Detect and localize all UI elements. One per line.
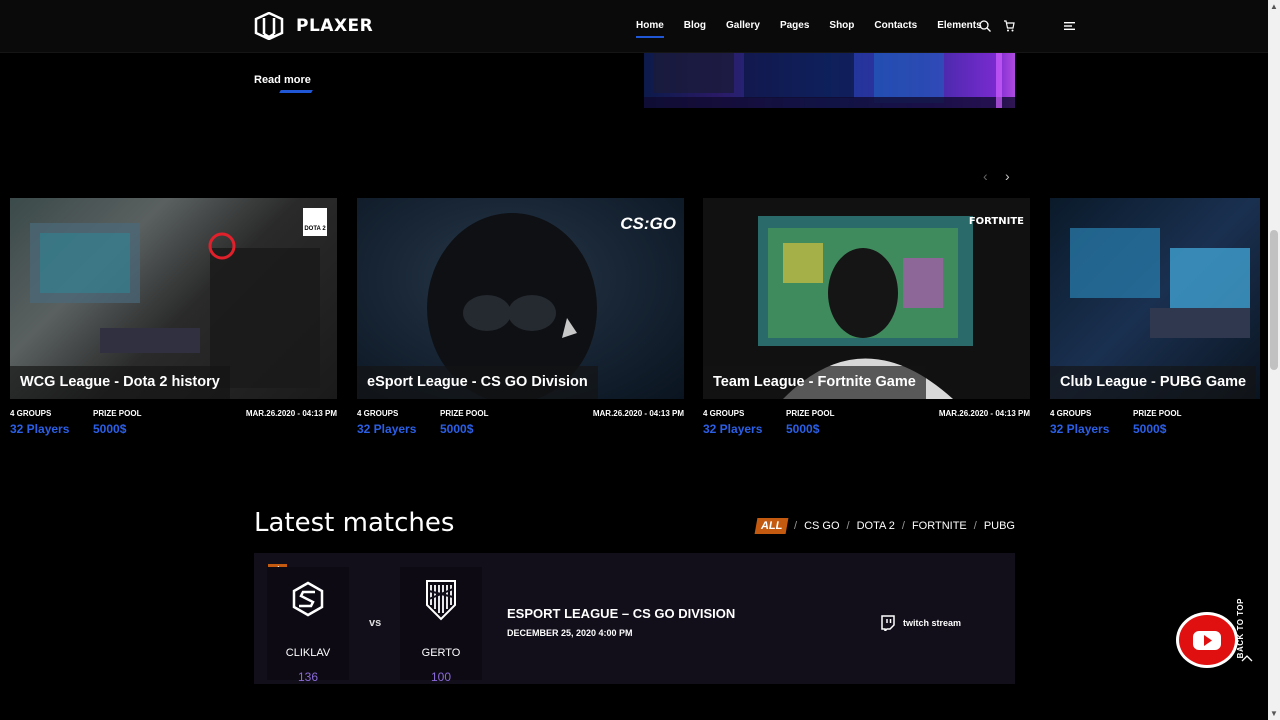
tournament-card[interactable]: CS:GO eSport League - CS GO Division 4 G…: [357, 198, 684, 447]
team-gerto-logo-icon: [426, 580, 456, 621]
scrollbar-thumb[interactable]: [1270, 230, 1278, 370]
prize-label: PRIZE POOL: [440, 409, 489, 418]
twitch-stream-link[interactable]: twitch stream: [880, 615, 961, 631]
twitch-stream-label: twitch stream: [903, 618, 962, 628]
latest-matches-title: Latest matches: [254, 508, 455, 538]
filter-dota2[interactable]: DOTA 2: [857, 520, 895, 532]
tournament-title[interactable]: Team League - Fortnite Game: [703, 366, 926, 399]
players-count: 32 Players: [703, 422, 763, 436]
filter-fortnite[interactable]: FORTNITE: [912, 520, 967, 532]
team-name: GERTO: [421, 647, 461, 659]
match-date: DECEMBER 25, 2020 4:00 PM: [507, 628, 633, 638]
tournament-image: FORTNITE Team League - Fortnite Game: [703, 198, 1030, 399]
page-scrollbar[interactable]: ▲ ▼: [1268, 0, 1280, 720]
dota2-logo: DOTA 2: [303, 208, 327, 236]
menu-icon[interactable]: [1064, 22, 1075, 30]
prize-label: PRIZE POOL: [93, 409, 142, 418]
prize-value: 5000$: [1133, 422, 1167, 436]
tournament-card[interactable]: DOTA 2 WCG League - Dota 2 history 4 GRO…: [10, 198, 337, 447]
match-title[interactable]: ESPORT LEAGUE – CS GO DIVISION: [507, 606, 735, 621]
carousel-next-icon[interactable]: ›: [1005, 168, 1010, 184]
filter-pubg[interactable]: PUBG: [984, 520, 1015, 532]
vs-label: vs: [369, 617, 382, 629]
nav-elements[interactable]: Elements: [937, 20, 981, 31]
filter-all[interactable]: ALL: [754, 518, 789, 534]
brand-logo[interactable]: PLAXER: [254, 12, 373, 40]
tournament-title[interactable]: eSport League - CS GO Division: [357, 366, 598, 399]
prize-label: PRIZE POOL: [1133, 409, 1182, 418]
tournament-meta: 4 GROUPS 32 Players PRIZE POOL 5000$: [1050, 407, 1260, 447]
prize-value: 5000$: [93, 422, 127, 436]
filter-separator: /: [901, 520, 905, 532]
brand-logo-icon: [254, 12, 284, 40]
tournament-title[interactable]: WCG League - Dota 2 history: [10, 366, 230, 399]
groups-label: 4 GROUPS: [703, 409, 745, 418]
tournament-meta: 4 GROUPS 32 Players PRIZE POOL 5000$ MAR…: [703, 407, 1030, 447]
nav-pages[interactable]: Pages: [780, 20, 809, 31]
cart-icon[interactable]: [1003, 20, 1015, 32]
tournament-card[interactable]: FORTNITE Team League - Fortnite Game 4 G…: [703, 198, 1030, 447]
tournament-image: DOTA 2 WCG League - Dota 2 history: [10, 198, 337, 399]
nav-shop[interactable]: Shop: [829, 20, 854, 31]
read-more-link[interactable]: Read more: [254, 74, 311, 86]
tournament-date: MAR.26.2020 - 04:13 PM: [592, 409, 684, 418]
filter-separator: /: [973, 520, 977, 532]
nav-home[interactable]: Home: [636, 20, 664, 38]
youtube-icon: [1179, 615, 1235, 665]
nav-gallery[interactable]: Gallery: [726, 20, 760, 31]
filter-separator: /: [794, 520, 798, 532]
twitch-icon: [881, 615, 895, 631]
tournament-image: CS:GO eSport League - CS GO Division: [357, 198, 684, 399]
groups-label: 4 GROUPS: [1050, 409, 1092, 418]
brand-name: PLAXER: [296, 16, 374, 36]
team-1[interactable]: CLIKLAV 136: [267, 567, 349, 684]
match-row[interactable]: win CLIKLAV 136 vs GERTO 100 ESPORT LEAG…: [254, 553, 1015, 684]
gaming-setup-image: [644, 53, 1015, 108]
team-score: 136: [297, 670, 319, 684]
scroll-down-arrow-icon[interactable]: ▼: [1270, 709, 1278, 718]
filter-csgo[interactable]: CS GO: [804, 520, 839, 532]
read-more-underline: [279, 90, 313, 93]
featured-image: [644, 53, 1015, 108]
team-2[interactable]: GERTO 100: [400, 567, 482, 684]
prize-value: 5000$: [440, 422, 474, 436]
players-count: 32 Players: [10, 422, 70, 436]
tournament-meta: 4 GROUPS 32 Players PRIZE POOL 5000$ MAR…: [10, 407, 337, 447]
tournament-date: MAR.26.2020 - 04:13 PM: [245, 409, 337, 418]
tournament-card[interactable]: Club League - PUBG Game 4 GROUPS 32 Play…: [1050, 198, 1260, 447]
tournament-meta: 4 GROUPS 32 Players PRIZE POOL 5000$ MAR…: [357, 407, 684, 447]
game-filter: ALL / CS GO / DOTA 2 / FORTNITE / PUBG: [754, 518, 1015, 534]
carousel-prev-icon[interactable]: ‹: [983, 168, 988, 184]
team-score: 100: [430, 670, 452, 684]
scroll-up-arrow-icon[interactable]: ▲: [1270, 2, 1278, 11]
back-to-top-arrow-icon[interactable]: [1241, 654, 1253, 662]
prize-label: PRIZE POOL: [786, 409, 835, 418]
players-count: 32 Players: [1050, 422, 1110, 436]
tournament-title[interactable]: Club League - PUBG Game: [1050, 366, 1257, 399]
groups-label: 4 GROUPS: [357, 409, 399, 418]
players-count: 32 Players: [357, 422, 417, 436]
groups-label: 4 GROUPS: [10, 409, 52, 418]
nav-contacts[interactable]: Contacts: [874, 20, 917, 31]
main-nav: Home Blog Gallery Pages Shop Contacts El…: [636, 20, 1002, 38]
back-to-top-label[interactable]: BACK TO TOP: [1236, 598, 1245, 658]
csgo-logo: CS:GO: [620, 214, 676, 233]
team-cliklav-logo-icon: [292, 581, 324, 617]
prize-value: 5000$: [786, 422, 820, 436]
search-icon[interactable]: [979, 20, 991, 32]
youtube-button[interactable]: [1176, 612, 1238, 668]
filter-separator: /: [846, 520, 850, 532]
nav-blog[interactable]: Blog: [684, 20, 706, 31]
tournament-image: Club League - PUBG Game: [1050, 198, 1260, 399]
site-header: PLAXER Home Blog Gallery Pages Shop Cont…: [0, 0, 1268, 53]
team-name: CLIKLAV: [285, 647, 331, 659]
tournament-date: MAR.26.2020 - 04:13 PM: [938, 409, 1030, 418]
fortnite-logo: FORTNITE: [968, 216, 1024, 227]
